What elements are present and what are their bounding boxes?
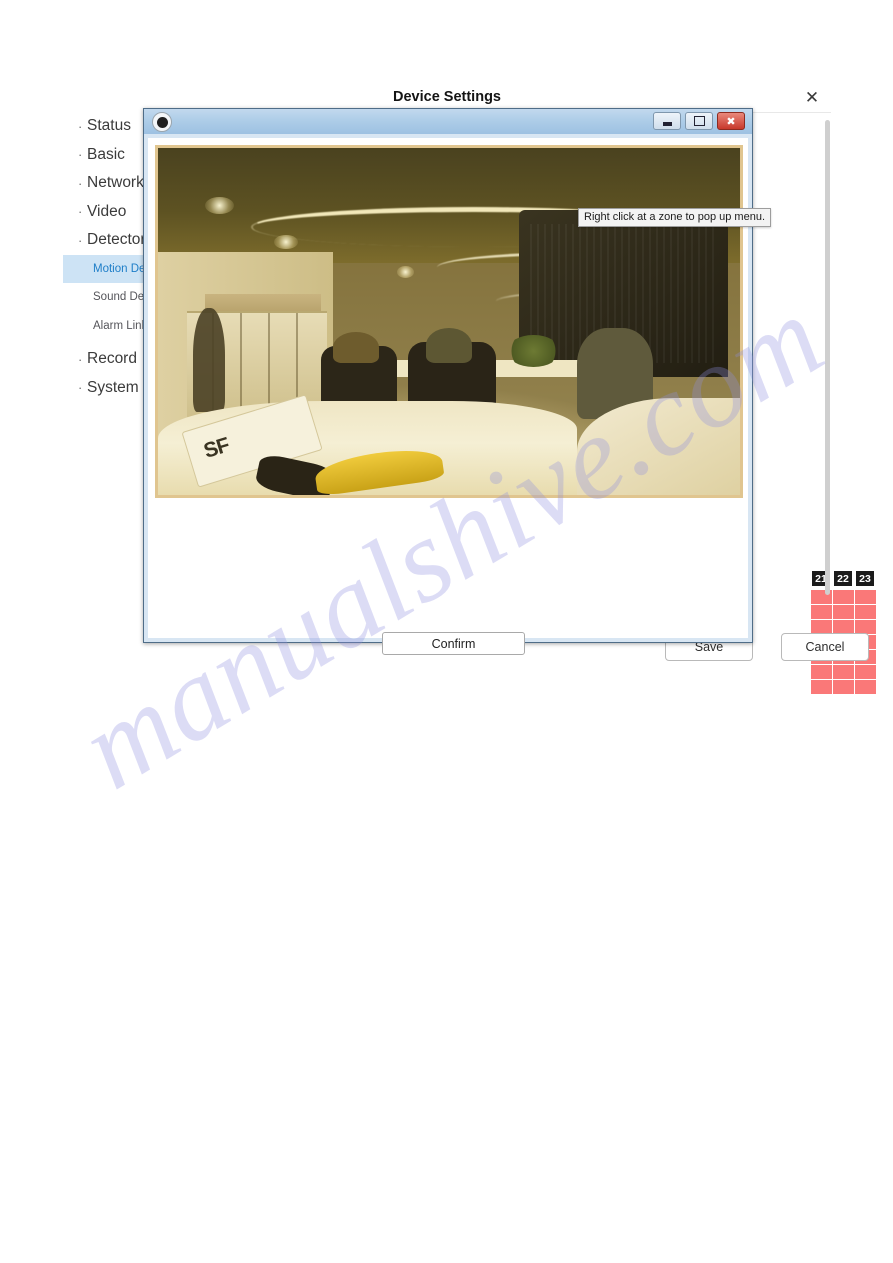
bullet-icon: · [78, 175, 83, 191]
zone-window-titlebar[interactable]: ✖ [144, 109, 752, 135]
scene-spotlight [396, 265, 415, 279]
scene-ceiling [158, 148, 740, 263]
minimize-icon [662, 121, 672, 126]
schedule-cell[interactable] [833, 590, 854, 604]
scene-left-wall [158, 252, 333, 443]
window-controls: ✖ [653, 112, 745, 130]
scene-spotlight [274, 234, 298, 249]
schedule-cell[interactable] [855, 605, 876, 619]
scene-foreground-arm [577, 397, 740, 495]
scene-foreground-yellow-object [313, 444, 445, 495]
sidebar-item-label: Status [87, 117, 131, 135]
scene-foreground-dark-object [254, 452, 336, 495]
sidebar-item-label: Record [87, 350, 137, 368]
scene-monitor-partition [518, 210, 729, 377]
bullet-icon: · [78, 351, 83, 367]
camera-lens-icon [156, 116, 168, 128]
video-preview[interactable]: SF [155, 145, 743, 498]
maximize-button[interactable] [685, 112, 713, 130]
schedule-cell[interactable] [833, 665, 854, 679]
scene-monitor-texture [530, 224, 717, 364]
zone-setup-window: ✖ SF Right click at a zone to pop up men… [143, 108, 771, 655]
schedule-row[interactable] [811, 680, 876, 694]
schedule-row[interactable] [811, 605, 876, 619]
scene-person-seated [577, 328, 653, 419]
minimize-button[interactable] [653, 112, 681, 130]
hour-label[interactable]: 23 [855, 570, 875, 587]
schedule-cell[interactable] [833, 620, 854, 634]
schedule-cell[interactable] [855, 665, 876, 679]
scene-ceiling-light-strip [495, 290, 729, 313]
scene-storage-boxes [204, 293, 321, 322]
zone-window-body: SF Right click at a zone to pop up menu.… [144, 134, 771, 655]
schedule-cell[interactable] [855, 620, 876, 634]
scene-person-seated [332, 331, 380, 364]
scrollbar-thumb[interactable] [825, 120, 830, 595]
schedule-cell[interactable] [811, 665, 832, 679]
scene-person-seated [425, 328, 473, 364]
bullet-icon: · [78, 118, 83, 134]
zone-tooltip: Right click at a zone to pop up menu. [578, 208, 771, 227]
schedule-cell[interactable] [833, 605, 854, 619]
confirm-button[interactable]: Confirm [382, 632, 525, 655]
maximize-icon [693, 116, 705, 126]
scene-person-standing [192, 307, 225, 412]
schedule-hour-header: 21 22 23 [811, 570, 875, 587]
scene-cabinets [187, 311, 327, 418]
hour-label[interactable]: 22 [833, 570, 853, 587]
bullet-icon: · [78, 380, 83, 396]
bullet-icon: · [78, 204, 83, 220]
sidebar-item-label: Video [87, 202, 127, 220]
scene-office-chair [320, 345, 397, 430]
schedule-cell[interactable] [833, 680, 854, 694]
schedule-row[interactable] [811, 620, 876, 634]
camera-icon [152, 112, 172, 132]
scene-desk [350, 359, 612, 377]
sidebar-item-label: Detector [87, 231, 146, 249]
schedule-row[interactable] [811, 590, 876, 604]
scene-office-chair [408, 342, 496, 433]
sidebar-item-label: Basic [87, 145, 125, 163]
schedule-row[interactable] [811, 665, 876, 679]
scene-foreground [158, 401, 578, 495]
scene-ceiling-light-strip [437, 252, 729, 283]
scene-sign-text: SF [201, 433, 232, 463]
bullet-icon: · [78, 147, 83, 163]
scene-plant [507, 335, 560, 367]
window-close-button[interactable]: ✖ [717, 112, 745, 130]
scene-foreground-sign: SF [181, 393, 323, 487]
page-title: Device Settings [393, 89, 501, 105]
schedule-cell[interactable] [855, 680, 876, 694]
close-icon[interactable]: ✕ [801, 87, 823, 109]
cancel-button[interactable]: Cancel [781, 633, 869, 661]
sidebar-item-label: Network [87, 174, 144, 192]
sidebar-item-label: System [87, 378, 139, 396]
video-scene-image: SF [158, 148, 740, 495]
dialog-scrollbar[interactable] [825, 120, 830, 630]
bullet-icon: · [78, 232, 83, 248]
schedule-cell[interactable] [811, 680, 832, 694]
scene-spotlight [204, 196, 234, 214]
schedule-cell[interactable] [855, 590, 876, 604]
